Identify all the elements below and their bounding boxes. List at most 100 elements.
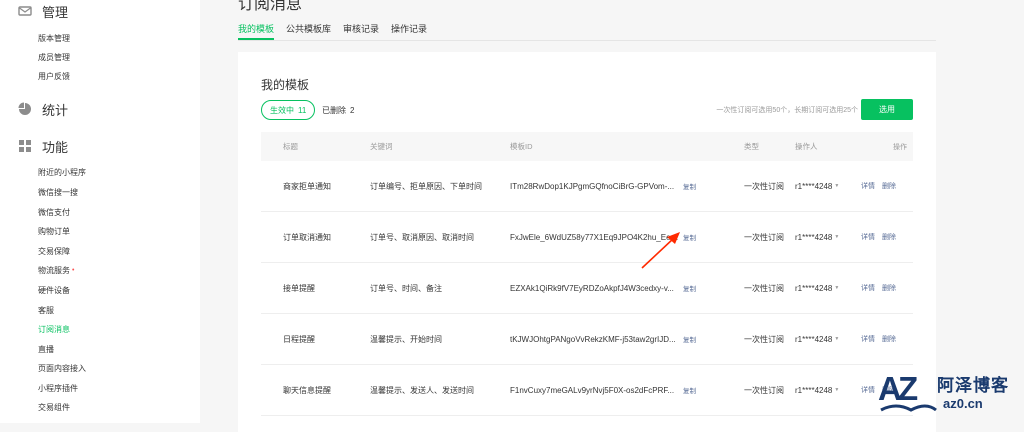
row-keywords: 温馨提示、开始时间: [370, 334, 442, 344]
sidebar-item-members[interactable]: 成员管理: [38, 52, 70, 64]
page-title: 订阅消息: [238, 0, 303, 13]
watermark-domain: az0.cn: [943, 396, 983, 411]
sidebar-section-features[interactable]: 功能: [18, 136, 68, 156]
sidebar-item-nearby[interactable]: 附近的小程序: [38, 167, 86, 179]
delete-link[interactable]: 删除: [882, 336, 896, 343]
detail-link[interactable]: 详情: [861, 285, 875, 292]
new-dot-icon: •: [72, 267, 75, 274]
header-template-id: 模板ID: [510, 142, 533, 151]
row-operator[interactable]: r1****4248 ▼: [795, 386, 861, 395]
row-type: 一次性订阅: [744, 385, 784, 395]
row-title: 日程提醒: [283, 334, 315, 344]
copy-link[interactable]: 复制: [683, 283, 696, 293]
operator-name: r1****4248: [795, 334, 833, 344]
sidebar-item-pay[interactable]: 微信支付: [38, 207, 70, 219]
row-type: 一次性订阅: [744, 283, 784, 293]
table-row: 接单提醒 订单号、时间、备注 EZXAk1QiRk9fV7EyRDZoAkpfJ…: [261, 263, 913, 314]
sidebar-section-label: 统计: [42, 102, 69, 118]
template-id-text: F1nvCuxy7meGALv9yrNvj5F0X-os2dFcPRF...: [510, 385, 675, 395]
sidebar-item-plugins[interactable]: 小程序插件: [38, 383, 78, 395]
row-title: 商家拒单通知: [283, 181, 331, 191]
watermark-brand: 阿泽博客: [937, 376, 1009, 395]
operator-name: r1****4248: [795, 283, 833, 293]
copy-link[interactable]: 复制: [683, 385, 696, 395]
sidebar-item-logistics[interactable]: 物流服务 •: [38, 265, 74, 277]
row-title: 聊天信息提醒: [283, 385, 331, 395]
header-title: 标题: [283, 142, 298, 151]
sidebar-item-label: 物流服务: [38, 266, 70, 275]
card-title: 我的模板: [261, 78, 310, 92]
filter-deleted-count: 2: [350, 105, 355, 115]
detail-link[interactable]: 详情: [861, 387, 875, 394]
row-keywords: 订单号、时间、备注: [370, 283, 442, 293]
table-row: 聊天信息提醒 温馨提示、发送人、发送时间 F1nvCuxy7meGALv9yrN…: [261, 365, 913, 416]
pie-chart-icon: [18, 102, 31, 115]
sidebar-item-version[interactable]: 版本管理: [38, 33, 70, 45]
tab-public-library[interactable]: 公共模板库: [286, 22, 331, 40]
tab-bar: 我的模板 公共模板库 审核记录 操作记录: [238, 22, 439, 40]
filter-active-label: 生效中: [270, 105, 294, 115]
sidebar-item-feedback[interactable]: 用户反馈: [38, 71, 70, 83]
copy-link[interactable]: 复制: [683, 181, 696, 191]
row-type: 一次性订阅: [744, 181, 784, 191]
row-keywords: 订单编号、拒单原因、下单时间: [370, 181, 482, 191]
delete-link[interactable]: 删除: [882, 183, 896, 190]
tab-my-templates[interactable]: 我的模板: [238, 22, 275, 40]
row-type: 一次性订阅: [744, 232, 784, 242]
row-title: 订单取消通知: [283, 232, 331, 242]
sidebar-section-label: 功能: [42, 139, 69, 155]
tab-operation-records[interactable]: 操作记录: [391, 22, 427, 40]
table-row: 日程提醒 温馨提示、开始时间 tKJWJOhtgPANgoVvRekzKMF-j…: [261, 314, 913, 365]
sidebar-section-manage[interactable]: 管理: [18, 1, 68, 21]
grid-icon: [19, 140, 31, 152]
detail-link[interactable]: 详情: [861, 234, 875, 241]
row-template-id: EZXAk1QiRk9fV7EyRDZoAkpfJ4W3cedxy-v... 复…: [510, 283, 744, 294]
row-actions: 详情 删除: [861, 232, 913, 242]
header-operator: 操作人: [795, 142, 818, 151]
sidebar-item-orders[interactable]: 购物订单: [38, 226, 70, 238]
row-operator[interactable]: r1****4248 ▼: [795, 284, 861, 293]
detail-link[interactable]: 详情: [861, 183, 875, 190]
sidebar: 管理 版本管理 成员管理 用户反馈 统计 功能 附近的小程序 微信搜一搜 微信支…: [0, 0, 200, 423]
filter-active-pill[interactable]: 生效中 11: [261, 100, 316, 120]
sidebar-item-live[interactable]: 直播: [38, 344, 54, 356]
template-table: 标题 关键词 模板ID 类型 操作人 操作 商家拒单通知 订单编号、拒单原因、下…: [261, 132, 913, 416]
copy-link[interactable]: 复制: [683, 232, 696, 242]
row-operator[interactable]: r1****4248 ▼: [795, 182, 861, 191]
caret-down-icon: ▼: [834, 234, 840, 240]
sidebar-item-service[interactable]: 客服: [38, 305, 54, 317]
sidebar-section-stats[interactable]: 统计: [18, 99, 68, 119]
filter-deleted-pill[interactable]: 已删除 2: [322, 100, 354, 120]
template-id-text: EZXAk1QiRk9fV7EyRDZoAkpfJ4W3cedxy-v...: [510, 283, 674, 293]
sidebar-item-hardware[interactable]: 硬件设备: [38, 285, 70, 297]
row-keywords: 温馨提示、发送人、发送时间: [370, 385, 474, 395]
table-header: 标题 关键词 模板ID 类型 操作人 操作: [261, 132, 913, 161]
sidebar-item-content[interactable]: 页面内容接入: [38, 363, 86, 375]
detail-link[interactable]: 详情: [861, 336, 875, 343]
svg-text:Z: Z: [898, 370, 918, 407]
annotation-arrow-icon: [641, 232, 680, 269]
filter-active-count: 11: [298, 105, 307, 115]
row-template-id: tKJWJOhtgPANgoVvRekzKMF-j53taw2grIJD... …: [510, 334, 744, 345]
header-keywords: 关键词: [370, 142, 393, 151]
filter-deleted-label: 已删除: [322, 105, 346, 115]
sidebar-item-subscribe[interactable]: 订阅消息: [38, 324, 70, 336]
delete-link[interactable]: 删除: [882, 285, 896, 292]
table-row: 商家拒单通知 订单编号、拒单原因、下单时间 ITm28RwDop1KJPgmGQ…: [261, 161, 913, 212]
quota-tip: 一次性订阅可选用50个，长期订阅可选用25个: [716, 107, 858, 114]
delete-link[interactable]: 删除: [882, 234, 896, 241]
row-actions: 详情 删除: [861, 283, 913, 293]
sidebar-item-guarantee[interactable]: 交易保障: [38, 246, 70, 258]
row-template-id: F1nvCuxy7meGALv9yrNvj5F0X-os2dFcPRF... 复…: [510, 385, 744, 396]
row-operator[interactable]: r1****4248 ▼: [795, 335, 861, 344]
copy-link[interactable]: 复制: [683, 334, 696, 344]
caret-down-icon: ▼: [834, 387, 840, 393]
row-operator[interactable]: r1****4248 ▼: [795, 233, 861, 242]
sidebar-item-search[interactable]: 微信搜一搜: [38, 187, 78, 199]
table-row: 订单取消通知 订单号、取消原因、取消时间 FxJwEle_6WdUZ58y77X…: [261, 212, 913, 263]
tab-review-records[interactable]: 审核记录: [343, 22, 379, 40]
sidebar-section-label: 管理: [42, 4, 69, 20]
select-template-button[interactable]: 选用: [861, 99, 913, 120]
row-template-id: ITm28RwDop1KJPgmGQfnoCiBrG-GPVom-... 复制: [510, 181, 744, 192]
sidebar-item-trade[interactable]: 交易组件: [38, 402, 70, 414]
